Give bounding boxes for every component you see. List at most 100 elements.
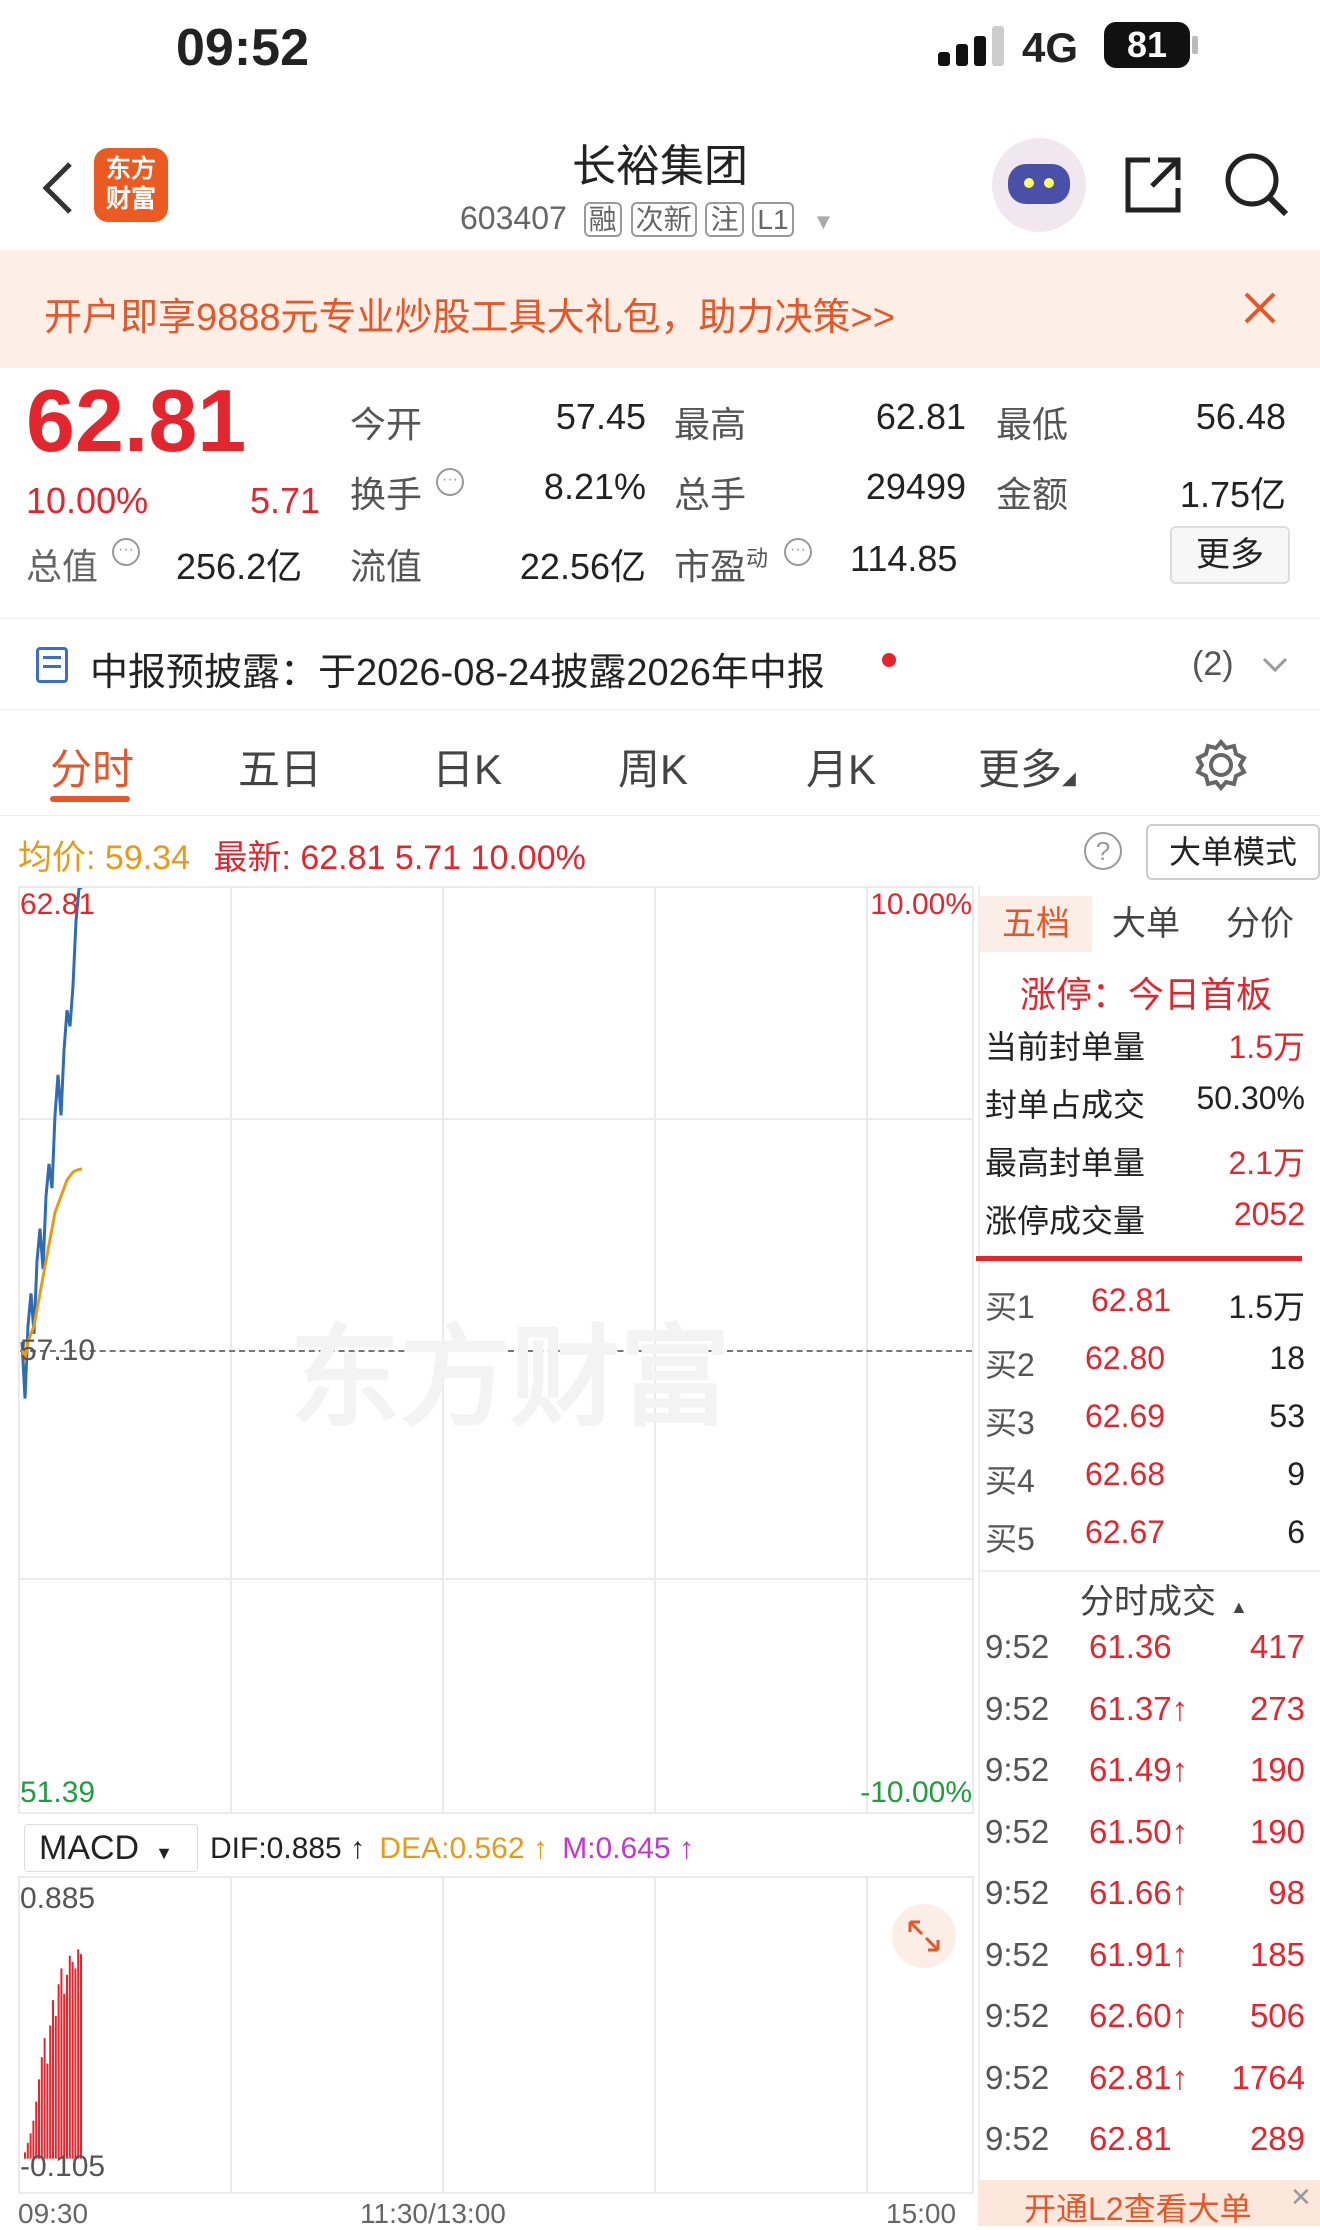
bid-row[interactable]: 买3 62.69 53 [985, 1398, 1315, 1444]
macd-chart[interactable]: 0.885 -0.105 [18, 1876, 974, 2194]
bid-label: 买4 [985, 1463, 1035, 1499]
pe-label-text: 市盈 [674, 546, 747, 587]
tab-intraday[interactable]: 分时 [50, 736, 134, 797]
low-value: 56.48 [1195, 396, 1286, 437]
info-icon[interactable]: ··· [436, 468, 464, 496]
close-icon[interactable]: ✕ [1290, 2182, 1312, 2213]
robot-assistant-icon[interactable] [992, 138, 1086, 232]
tab-daily-k[interactable]: 日K [432, 736, 502, 797]
info-icon[interactable]: ··· [784, 538, 812, 566]
high-value: 62.81 [875, 396, 966, 437]
trade-price: 61.36 [1089, 1628, 1172, 1665]
bid-row[interactable]: 买1 62.81 1.5万 [985, 1282, 1315, 1328]
back-button[interactable] [38, 158, 78, 218]
divider [976, 1256, 1302, 1261]
price-chart[interactable]: 东方财富 62.81 57.10 51.39 10.00% -10.00% [18, 886, 974, 1814]
caret-down-icon[interactable]: ▼ [812, 209, 834, 234]
volume-label: 总手 [674, 474, 747, 515]
more-button[interactable]: 更多 [1170, 526, 1290, 584]
bid-label: 买3 [985, 1405, 1035, 1441]
share-icon[interactable] [1122, 154, 1184, 216]
x-mid-label: 11:30/13:00 [360, 2198, 506, 2229]
latest-change: 5.71 [394, 839, 462, 877]
l2-upgrade-text: 开通L2查看大单 [1024, 2191, 1252, 2227]
tab-weekly-k[interactable]: 周K [618, 736, 688, 797]
macd-bar [80, 1954, 82, 2159]
float-label: 流值 [350, 546, 423, 587]
low-label: 最低 [996, 404, 1069, 445]
stat-row: 封单占成交 50.30% [985, 1080, 1315, 1126]
info-icon[interactable]: ··· [112, 538, 140, 566]
gear-icon[interactable] [1194, 738, 1248, 792]
bid-price: 62.67 [1085, 1514, 1166, 1550]
tag-rong: 融 [583, 202, 622, 237]
trades-header[interactable]: 分时成交 ▲ [1080, 1574, 1248, 1623]
tab-big-orders[interactable]: 大单 [1112, 896, 1180, 952]
trade-time: 9:52 [985, 1628, 1050, 1665]
indicator-selector[interactable]: MACD ▼ [24, 1824, 198, 1872]
battery-tip [1192, 36, 1198, 54]
y-min-label: 51.39 [20, 1776, 96, 1809]
tab-five-levels[interactable]: 五档 [980, 896, 1092, 952]
stock-name: 长裕集团 [572, 142, 748, 191]
bid-volume: 9 [1287, 1456, 1305, 1492]
app-logo[interactable]: 东方财富 [94, 148, 168, 222]
document-icon [36, 647, 68, 683]
disclosure-text: 中报预披露：于2026-08-24披露2026年中报 [90, 652, 825, 694]
trade-time: 9:52 [985, 1812, 1050, 1850]
trade-time: 9:52 [985, 1689, 1050, 1727]
stock-code: 603407 [460, 200, 567, 236]
tab-monthly-k[interactable]: 月K [806, 736, 876, 797]
trade-price: 61.37↑ [1089, 1689, 1189, 1727]
trade-time: 9:52 [985, 2120, 1050, 2157]
caret-icon: ◢ [1062, 768, 1076, 788]
tab-five-day[interactable]: 五日 [238, 736, 322, 797]
macd-bar [57, 1984, 60, 2159]
big-order-mode-button[interactable]: 大单模式 [1146, 824, 1320, 880]
macd-bar [66, 1974, 68, 2159]
latest-pct: 10.00% [470, 839, 586, 877]
open-value: 57.45 [555, 396, 646, 437]
trade-price: 62.81 [1089, 2120, 1172, 2157]
bid-row[interactable]: 买5 62.67 6 [985, 1514, 1315, 1560]
amount-value: 1.75亿 [1179, 474, 1286, 515]
tab-price-dist[interactable]: 分价 [1226, 896, 1294, 952]
trade-row: 9:52 61.66↑ 98 [985, 1874, 1315, 1912]
promo-text: 开户即享9888元专业炒股工具大礼包，助力决策>> [44, 297, 895, 339]
status-bar: 09:52 4G 81 [0, 0, 1320, 110]
macd-bar [38, 2079, 40, 2159]
chevron-down-icon[interactable] [1262, 655, 1288, 680]
bid-label: 买5 [985, 1521, 1035, 1557]
bid-row[interactable]: 买4 62.68 9 [985, 1456, 1315, 1502]
y-max-label: 62.81 [20, 888, 96, 921]
trade-price: 62.60↑ [1089, 1997, 1189, 2034]
macd-values: DIF:0.885 ↑ DEA:0.562 ↑ M:0.645 ↑ [210, 1832, 694, 1866]
l2-upgrade-banner[interactable]: 开通L2查看大单 ✕ [978, 2180, 1320, 2227]
disclosure-bar[interactable]: 中报预披露：于2026-08-24披露2026年中报 (2) [0, 618, 1320, 710]
price-line [20, 888, 82, 1399]
trade-volume: 1764 [1231, 2058, 1305, 2096]
trade-volume: 289 [1249, 2120, 1305, 2157]
bid-row[interactable]: 买2 62.80 18 [985, 1340, 1315, 1386]
turnover-label: 换手 [350, 474, 423, 515]
bid-price: 62.69 [1085, 1398, 1166, 1434]
trade-volume: 185 [1249, 1935, 1305, 1973]
tag-new: 次新 [630, 202, 697, 237]
stat-value: 1.5万 [1228, 1029, 1306, 1065]
tab-more[interactable]: 更多◢ [978, 736, 1076, 797]
bid-volume: 1.5万 [1228, 1289, 1306, 1325]
dea-label: DEA: [379, 1832, 450, 1865]
search-icon[interactable] [1222, 150, 1292, 220]
promo-banner[interactable]: 开户即享9888元专业炒股工具大礼包，助力决策>> [0, 250, 1320, 368]
expand-icon[interactable] [892, 1904, 956, 1968]
bid-price: 62.80 [1085, 1340, 1166, 1376]
trade-volume: 190 [1249, 1751, 1305, 1788]
x-start-label: 09:30 [18, 2198, 89, 2229]
bid-volume: 53 [1269, 1398, 1305, 1434]
macd-bar [43, 2038, 46, 2159]
help-icon[interactable]: ? [1084, 832, 1122, 870]
close-icon[interactable] [1240, 288, 1280, 328]
avg-value: 59.34 [104, 839, 190, 877]
tab-more-label: 更多 [978, 746, 1063, 793]
pe-sup: 动 [746, 546, 769, 571]
